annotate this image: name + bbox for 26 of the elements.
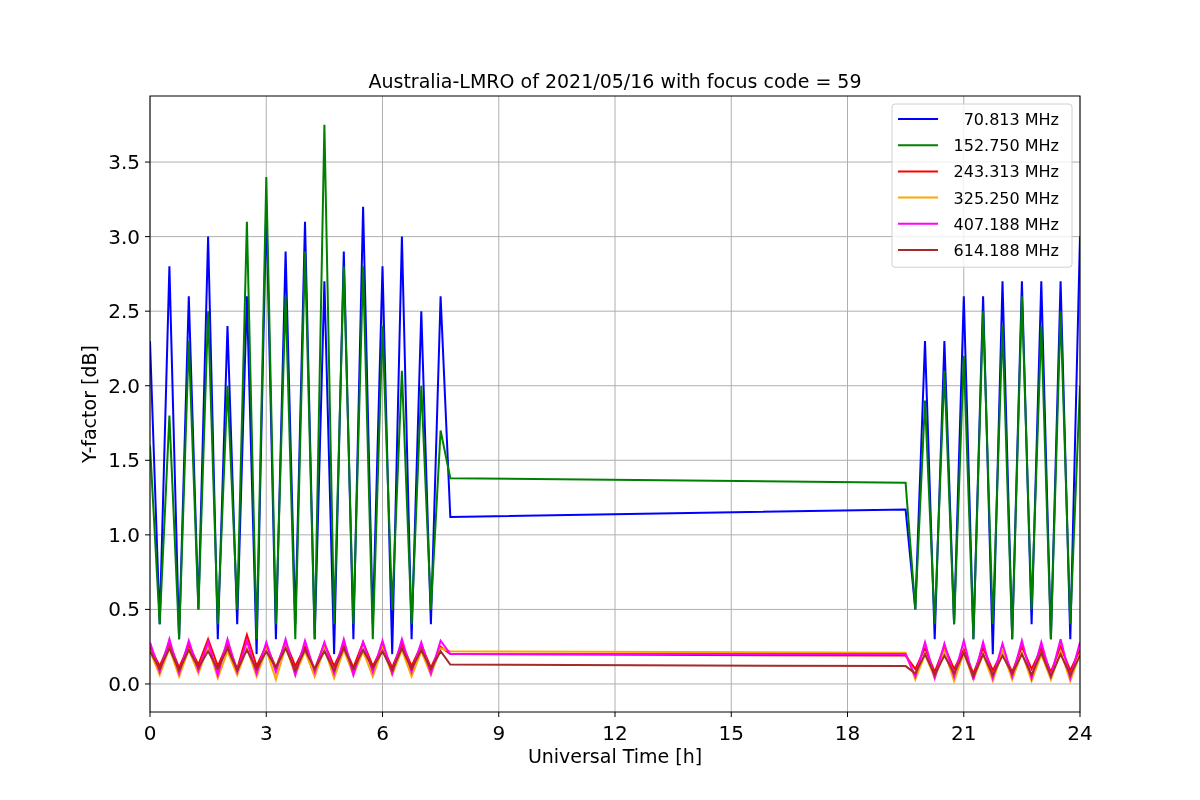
x-tick-label: 18	[834, 721, 861, 745]
legend-label: 614.188 MHz	[953, 241, 1059, 260]
legend-label: 407.188 MHz	[953, 214, 1059, 234]
y-tick-label: 1.0	[108, 522, 140, 547]
legend-label: 152.750 MHz	[953, 136, 1059, 156]
chart-title: Australia-LMRO of 2021/05/16 with focus code = 59	[368, 70, 862, 92]
y-tick-label: 3.5	[108, 150, 140, 175]
legend-label: 243.313 MHz	[953, 162, 1059, 182]
y-tick-label: 3.0	[108, 224, 140, 249]
x-tick-label: 21	[951, 721, 977, 745]
x-tick-label: 6	[376, 721, 389, 745]
x-axis-label: Universal Time [h]	[527, 745, 703, 767]
y-axis-label: Y-factor [dB]	[78, 345, 100, 463]
legend-label: 325.250 MHz	[953, 188, 1059, 208]
x-tick-label: 3	[259, 721, 273, 745]
y-tick-label: 0.5	[108, 597, 140, 622]
y-tick-label: 2.5	[108, 299, 140, 324]
legend-label: 70.813 MHz	[963, 110, 1059, 129]
y-tick-label: 1.5	[108, 448, 140, 473]
x-tick-label: 12	[602, 721, 628, 745]
x-tick-label: 0	[143, 721, 157, 745]
y-tick-label: 0.0	[108, 671, 140, 696]
x-tick-label: 24	[1067, 721, 1093, 745]
y-tick-label: 2.0	[108, 373, 140, 398]
x-tick-label: 9	[492, 721, 506, 745]
x-tick-label: 15	[718, 721, 744, 745]
